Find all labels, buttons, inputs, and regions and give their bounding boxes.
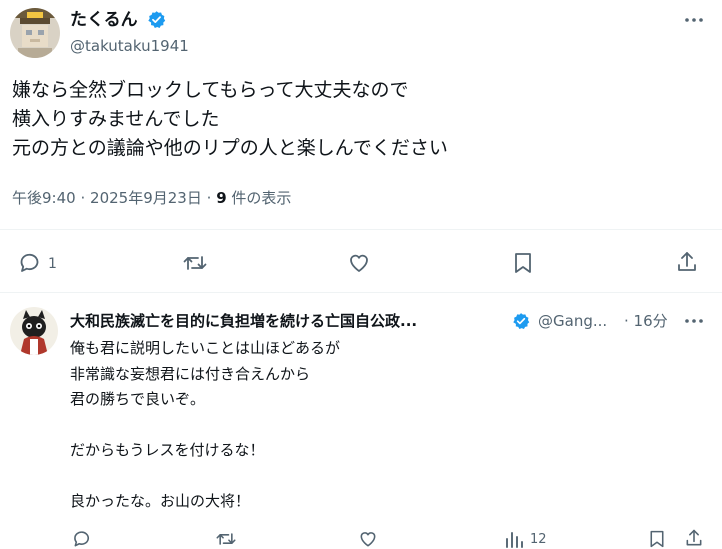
author-handle[interactable]: @takutaku1941 [70, 36, 189, 56]
reply-icon[interactable] [72, 529, 92, 549]
post-time[interactable]: · 16分 [624, 311, 668, 331]
bookmark-icon[interactable] [648, 529, 666, 549]
post-text-line: 非常識な妄想君には付き合えんから [70, 364, 311, 383]
post-text-line: 横入りすみませんでした [12, 108, 220, 130]
author-name[interactable]: たくるん [70, 9, 138, 31]
like-icon[interactable] [347, 251, 371, 275]
avatar[interactable] [10, 8, 60, 58]
views-label: 件の表示 [231, 189, 292, 207]
post-text-line: 良かったな。お山の大将！ [70, 492, 251, 510]
views-count: 9 [216, 189, 227, 207]
post-text-line: 嫌なら全然ブロックしてもらって大丈夫なので [12, 79, 409, 101]
post-text-line [70, 413, 340, 439]
post-text-line: 君の勝ちで良いぞ。 [70, 390, 206, 408]
meta-separator: · [80, 189, 86, 207]
post-text-line: 俺も君に説明したいことは山ほどあるが [70, 339, 341, 357]
share-icon[interactable] [675, 250, 699, 274]
author-handle[interactable]: @Gang... [538, 311, 607, 331]
post-text: 嫌なら全然ブロックしてもらって大丈夫なので 横入りすみませんでした 元の方との議… [12, 76, 448, 163]
post-text-line: だからもうレスを付けるな！ [70, 441, 265, 459]
more-icon[interactable] [684, 313, 704, 329]
post-meta: 午後9:40 · 2025年9月23日 · 9 件の表示 [12, 187, 291, 209]
post-text-line: 元の方との議論や他のリプの人と楽しんでください [12, 137, 448, 159]
like-icon[interactable] [358, 529, 378, 549]
reply-icon[interactable] [18, 251, 42, 275]
reply-count: 1 [48, 256, 57, 272]
bookmark-icon[interactable] [512, 251, 534, 275]
verified-icon [147, 10, 166, 29]
author-name[interactable]: 大和民族滅亡を目的に負担増を続ける亡国自公政... [70, 311, 508, 331]
divider [0, 229, 722, 230]
post-date[interactable]: 2025年9月23日 [90, 189, 202, 207]
divider [0, 292, 722, 293]
retweet-icon[interactable] [215, 529, 237, 549]
more-icon[interactable] [684, 12, 704, 28]
views-count: 12 [530, 532, 547, 547]
retweet-icon[interactable] [182, 251, 208, 275]
avatar[interactable] [10, 307, 58, 355]
post-text-line [70, 464, 340, 490]
meta-separator: · [206, 189, 212, 207]
post-text: 俺も君に説明したいことは山ほどあるが 非常識な妄想君には付き合えんから 君の勝ち… [70, 336, 340, 515]
post-time[interactable]: 午後9:40 [12, 189, 76, 207]
share-icon[interactable] [684, 528, 704, 548]
verified-icon [512, 312, 530, 330]
views-icon[interactable] [504, 530, 524, 548]
